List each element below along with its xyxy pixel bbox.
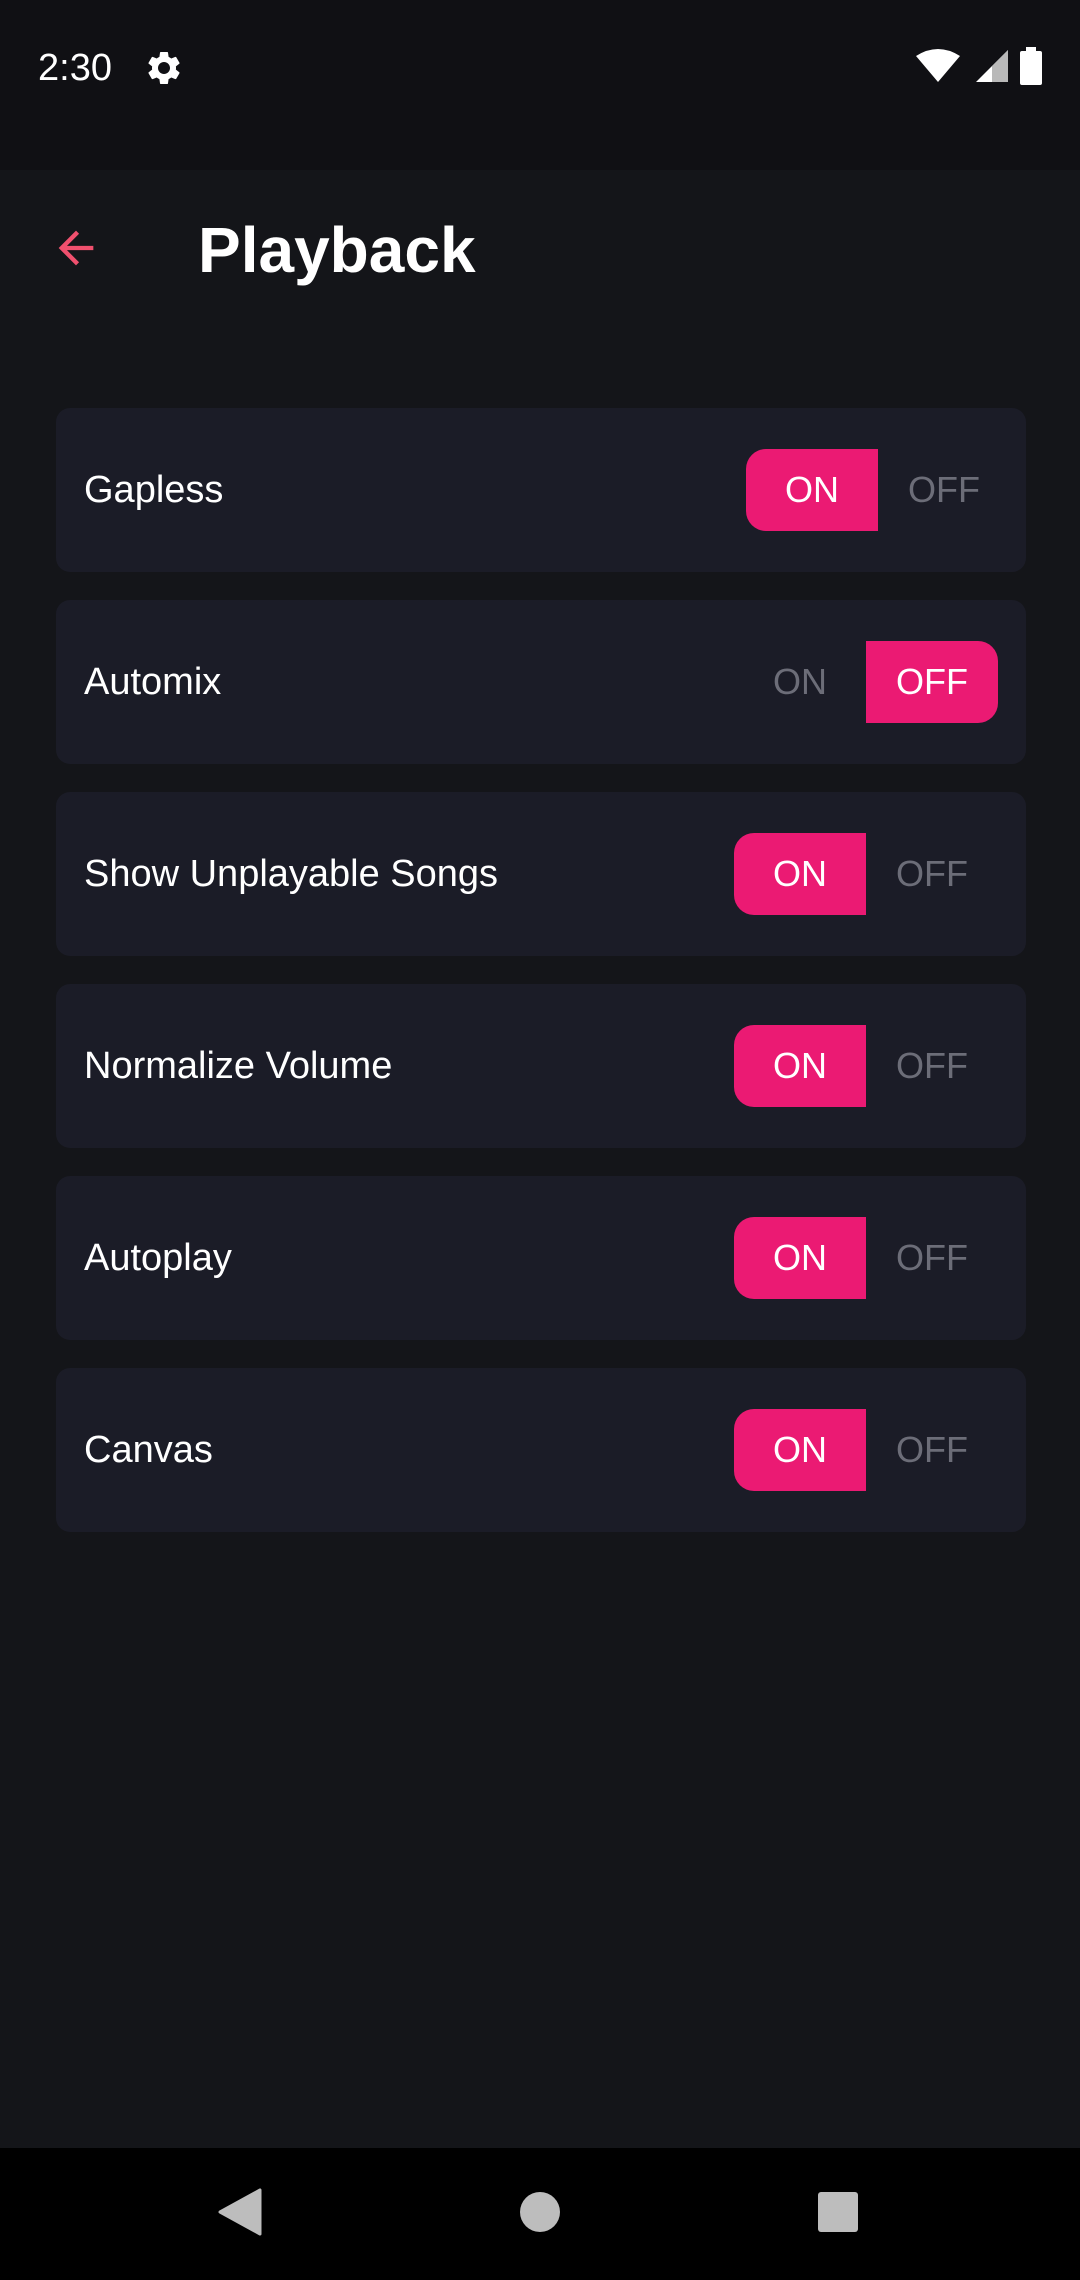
system-nav-bar bbox=[0, 2148, 1080, 2280]
setting-autoplay: Autoplay ON OFF bbox=[56, 1176, 1026, 1340]
setting-label: Show Unplayable Songs bbox=[84, 852, 499, 895]
home-circle-icon bbox=[518, 2190, 562, 2239]
toggle-on-option[interactable]: ON bbox=[734, 1025, 866, 1107]
wifi-icon bbox=[916, 48, 960, 89]
setting-gapless: Gapless ON OFF bbox=[56, 408, 1026, 572]
status-bar: 2:30 bbox=[0, 0, 1080, 170]
toggle-on-option[interactable]: ON bbox=[734, 641, 866, 723]
setting-canvas: Canvas ON OFF bbox=[56, 1368, 1026, 1532]
setting-label: Autoplay bbox=[84, 1236, 232, 1279]
toggle-off-option[interactable]: OFF bbox=[866, 1217, 998, 1299]
back-triangle-icon bbox=[218, 2188, 262, 2241]
toggle-on-option[interactable]: ON bbox=[734, 1409, 866, 1491]
signal-icon bbox=[972, 48, 1008, 89]
nav-home-button[interactable] bbox=[510, 2184, 570, 2244]
toggle-normalize-volume[interactable]: ON OFF bbox=[734, 1025, 998, 1107]
toggle-show-unplayable-songs[interactable]: ON OFF bbox=[734, 833, 998, 915]
toggle-autoplay[interactable]: ON OFF bbox=[734, 1217, 998, 1299]
page-title: Playback bbox=[198, 214, 476, 286]
gear-icon bbox=[144, 48, 184, 88]
setting-automix: Automix ON OFF bbox=[56, 600, 1026, 764]
toggle-gapless[interactable]: ON OFF bbox=[746, 449, 1010, 531]
toggle-off-option[interactable]: OFF bbox=[878, 449, 1010, 531]
screen: 2:30 Playback Gapless ON OFF Automix ON … bbox=[0, 0, 1080, 2280]
toggle-automix[interactable]: ON OFF bbox=[734, 641, 998, 723]
toggle-off-option[interactable]: OFF bbox=[866, 833, 998, 915]
recents-square-icon bbox=[817, 2191, 859, 2238]
back-button[interactable] bbox=[40, 214, 112, 286]
battery-icon bbox=[1020, 46, 1042, 90]
setting-label: Automix bbox=[84, 660, 222, 703]
toggle-off-option[interactable]: OFF bbox=[866, 1409, 998, 1491]
toggle-off-option[interactable]: OFF bbox=[866, 1025, 998, 1107]
status-icons bbox=[916, 46, 1042, 90]
toggle-on-option[interactable]: ON bbox=[734, 1217, 866, 1299]
nav-back-button[interactable] bbox=[210, 2184, 270, 2244]
setting-normalize-volume: Normalize Volume ON OFF bbox=[56, 984, 1026, 1148]
toggle-on-option[interactable]: ON bbox=[746, 449, 878, 531]
nav-recents-button[interactable] bbox=[808, 2184, 868, 2244]
arrow-left-icon bbox=[50, 222, 102, 279]
setting-label: Normalize Volume bbox=[84, 1044, 393, 1087]
settings-list: Gapless ON OFF Automix ON OFF Show Unpla… bbox=[56, 408, 1026, 1532]
status-time: 2:30 bbox=[38, 47, 112, 89]
toggle-canvas[interactable]: ON OFF bbox=[734, 1409, 998, 1491]
setting-show-unplayable-songs: Show Unplayable Songs ON OFF bbox=[56, 792, 1026, 956]
app-bar: Playback bbox=[0, 170, 1080, 320]
setting-label: Gapless bbox=[84, 468, 224, 511]
toggle-off-option[interactable]: OFF bbox=[866, 641, 998, 723]
setting-label: Canvas bbox=[84, 1428, 213, 1471]
toggle-on-option[interactable]: ON bbox=[734, 833, 866, 915]
